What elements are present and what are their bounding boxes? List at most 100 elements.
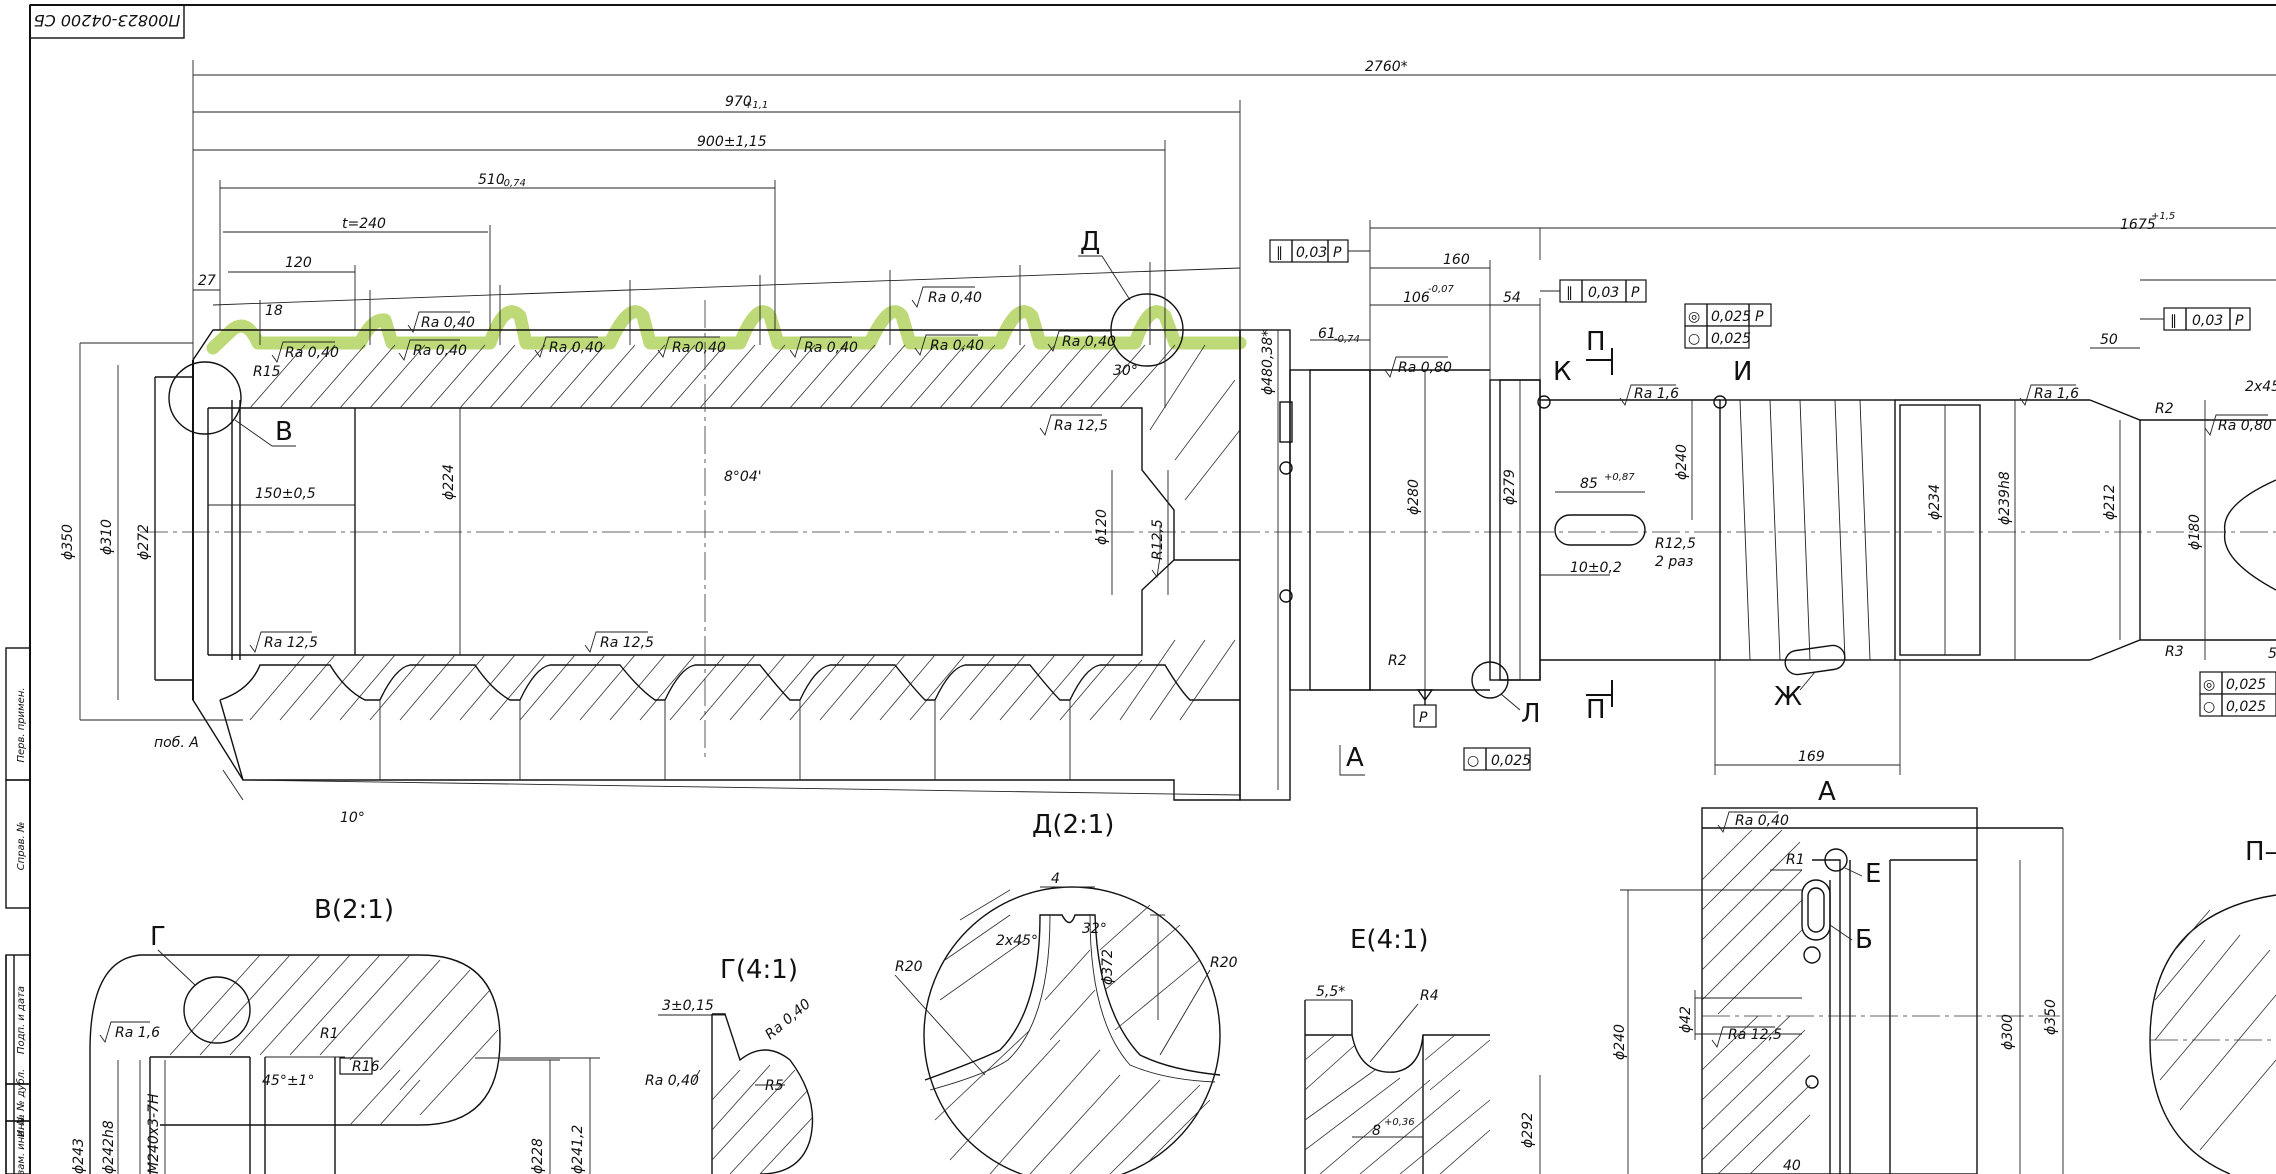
dim-54: 54 — [1503, 290, 1521, 306]
dim-r2-lower: R2 — [1388, 653, 1407, 669]
view-v-letter-g: Г — [150, 922, 166, 952]
view-d-2x45: 2х45° — [996, 933, 1038, 949]
detail-view-g: Г(4:1) 3±0,15 Ra 0,40 Ra 0,40 R5 — [645, 955, 814, 1174]
dim-dia-272: ϕ272 — [136, 524, 152, 560]
view-e-title: Е(4:1) — [1350, 925, 1429, 955]
view-v-chamfer: 45°±1° — [262, 1073, 314, 1089]
frame-2-base: P — [1631, 285, 1640, 301]
frame-1-base: P — [1333, 245, 1342, 261]
dim-bore-label: поб. А — [154, 735, 199, 751]
dim-150: 150±0,5 — [255, 486, 316, 502]
side-label-3: Подп. и дата — [16, 986, 27, 1054]
view-g-315: 3±0,15 — [662, 998, 714, 1014]
dim-dia-480: ϕ480,38* — [1260, 330, 1276, 395]
side-label-2: Справ. № — [16, 822, 27, 871]
dim-85: 85 — [1580, 476, 1598, 492]
detail-view-d: Д(2:1) 4 32° 2х45° R20 R20 ϕ372 — [894, 810, 1238, 1174]
ra-mark-12: Ra 12,5 — [600, 635, 654, 651]
side-label-5: Взам. инв. № — [16, 1114, 27, 1174]
frame-6-symbol: ○ — [1467, 753, 1479, 769]
view-d-372: ϕ372 — [1100, 949, 1116, 985]
frame-3-value: 0,025 — [1711, 309, 1751, 325]
letter-d: Д — [1080, 227, 1100, 257]
view-e-r4: R4 — [1420, 988, 1439, 1004]
frame-1-value: 0,03 — [1296, 245, 1327, 261]
letter-p-bottom: П — [1586, 695, 1606, 725]
dim-angle: 8°04' — [724, 469, 762, 485]
view-v-r1: R1 — [320, 1026, 339, 1042]
dim-900: 900±1,15 — [697, 134, 767, 150]
view-e-292: ϕ292 — [1520, 1112, 1536, 1148]
view-a-d240: ϕ240 — [1612, 1024, 1628, 1060]
dim-dia-224: ϕ224 — [441, 464, 457, 500]
dim-61-tol: -0,74 — [1334, 334, 1360, 345]
view-d-r20-left: R20 — [895, 959, 923, 975]
letter-v: В — [275, 417, 293, 447]
view-v-d228: ϕ228 — [530, 1138, 546, 1174]
detail-view-e: Е(4:1) 5,5* R4 8 +0,36 ϕ292 — [1304, 925, 1541, 1174]
dim-dia-350: ϕ350 — [60, 524, 76, 560]
dim-2x45: 2х45° — [2245, 379, 2276, 395]
dim-r15: R15 — [253, 364, 281, 380]
view-e-8-tol: +0,36 — [1384, 1117, 1415, 1128]
dim-27: 27 — [198, 273, 216, 289]
dim-160: 160 — [1443, 252, 1470, 268]
view-v-ra16: Ra 1,6 — [115, 1025, 160, 1041]
view-d-32: 32° — [1082, 921, 1107, 937]
ra-mark-7: Ra 0,40 — [928, 290, 982, 306]
dim-169: 169 — [1798, 749, 1825, 765]
ra-mark-16: Ra 0,80 — [2218, 418, 2272, 434]
dim-r3: R3 — [2165, 644, 2184, 660]
dim-510-tol: -0,74 — [500, 178, 526, 189]
frame-2-symbol: ∥ — [1566, 285, 1573, 301]
engineering-drawing: П00823-04200 СБ Перв. примен. Справ. № П… — [5, 4, 2276, 1174]
view-v-d2412: ϕ241,2 — [570, 1125, 586, 1174]
frame-5-base: P — [2235, 313, 2244, 329]
frame-5-symbol: ∥ — [2170, 313, 2177, 329]
dim-r2-upper: R2 — [2155, 401, 2174, 417]
view-e-55: 5,5* — [1316, 984, 1345, 1000]
base-p-marker: P — [1419, 710, 1428, 726]
ra-mark-5: Ra 0,40 — [672, 340, 726, 356]
view-a-40: 40 — [1783, 1158, 1801, 1174]
ra-mark-4: Ra 0,40 — [549, 340, 603, 356]
frame-3-symbol: ◎ — [1688, 309, 1700, 325]
hatch-lower — [249, 639, 1236, 721]
ra-mark-1: Ra 0,40 — [285, 345, 339, 361]
dim-total-length: 2760* — [1365, 59, 1408, 75]
letter-k: К — [1553, 357, 1571, 387]
view-a-ra125: Ra 12,5 — [1728, 1027, 1782, 1043]
dim-dia-234: ϕ234 — [1927, 484, 1943, 520]
frame-4-symbol: ○ — [1688, 331, 1700, 347]
frame-3-base: P — [1755, 309, 1764, 325]
dimension-texts: 2760* 970 +1,1 900±1,15 510 -0,74 t=240 … — [60, 59, 2276, 826]
view-v-m240: M240х3-7H — [146, 1093, 162, 1174]
view-p-5: 5 — [2268, 646, 2276, 662]
dim-18: 18 — [265, 303, 283, 319]
ra-mark-10: Ra 12,5 — [1054, 418, 1108, 434]
dim-pitch: t=240 — [342, 216, 386, 232]
letter-l: Л — [1521, 699, 1541, 729]
frame-6-value: 0,025 — [1491, 753, 1531, 769]
dim-120: 120 — [285, 255, 312, 271]
view-a-d350: ϕ350 — [2043, 999, 2059, 1035]
ra-mark-6: Ra 0,40 — [804, 340, 858, 356]
view-d-title: Д(2:1) — [1032, 810, 1114, 840]
frame-2-value: 0,03 — [1588, 285, 1619, 301]
dimension-lines — [79, 60, 2276, 801]
frame-8-symbol: ○ — [2203, 699, 2215, 715]
frame-4-value: 0,025 — [1711, 331, 1751, 347]
view-d-4: 4 — [1051, 871, 1060, 887]
dim-angle-30: 30° — [1113, 363, 1138, 379]
letter-a-main: А — [1346, 743, 1364, 773]
dim-50: 50 — [2100, 332, 2118, 348]
detail-view-v: В(2:1) Г Ra 1,6 R1 R16 45°±1° ϕ243 ϕ242h… — [71, 895, 600, 1174]
view-v-d243: ϕ243 — [71, 1138, 87, 1174]
view-a-d42: ϕ42 — [1678, 1006, 1694, 1033]
frame-5-value: 0,03 — [2192, 313, 2223, 329]
ra-mark-3: Ra 0,40 — [413, 343, 467, 359]
view-a-letter-b: Б — [1855, 925, 1873, 955]
view-v-d242h8: ϕ242h8 — [101, 1120, 117, 1174]
view-v-title: В(2:1) — [314, 895, 394, 925]
view-d-r20-right: R20 — [1210, 955, 1238, 971]
